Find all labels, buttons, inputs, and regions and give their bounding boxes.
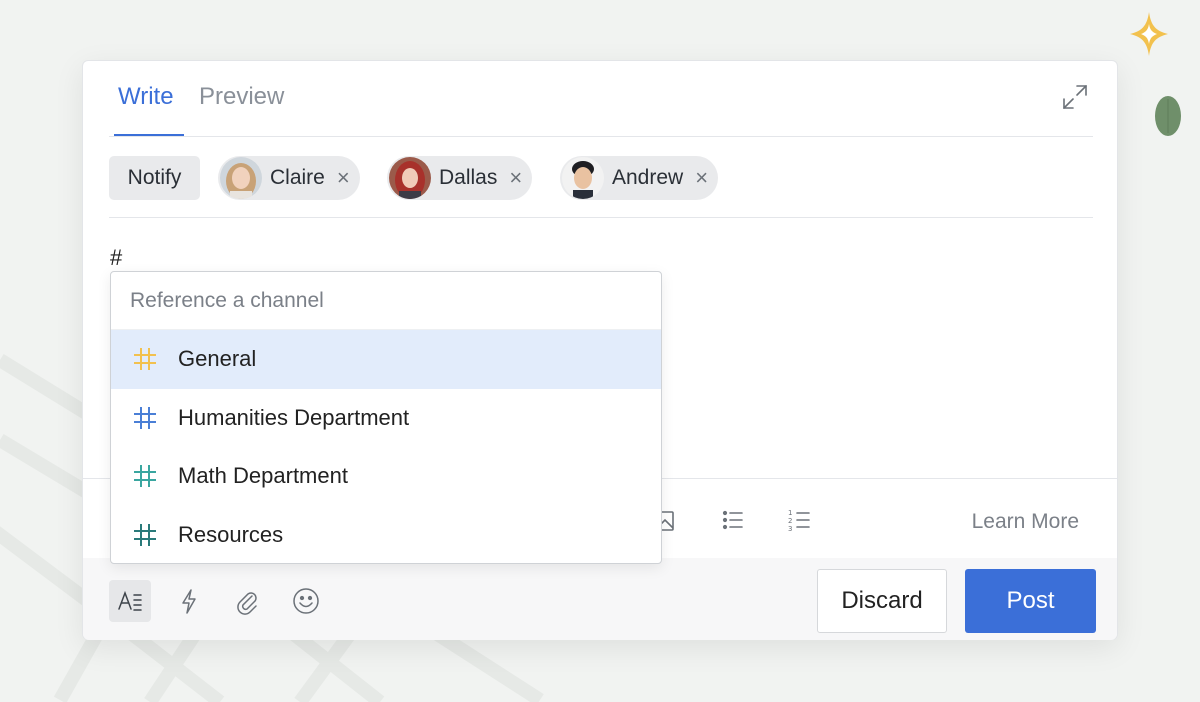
recipient-name: Andrew (612, 166, 684, 189)
hashtag-icon (134, 523, 156, 546)
notify-button[interactable]: Notify (109, 156, 200, 200)
emoji-button[interactable] (285, 580, 327, 622)
remove-recipient-icon[interactable]: × (509, 167, 522, 189)
hashtag-icon (134, 348, 156, 371)
composer-footer: Discard Post (83, 558, 1117, 640)
text-format-button[interactable] (109, 580, 151, 622)
avatar (389, 157, 431, 199)
channel-reference-menu: Reference a channel General Humanities De… (110, 271, 662, 564)
paperclip-icon (237, 592, 257, 615)
lightning-icon (182, 589, 196, 614)
post-button[interactable]: Post (965, 569, 1096, 633)
hashtag-icon (134, 406, 156, 429)
avatar (220, 157, 262, 199)
text-format-icon (118, 590, 142, 611)
recipient-name: Claire (270, 166, 325, 189)
remove-recipient-icon[interactable]: × (695, 167, 708, 189)
learn-more-link[interactable]: Learn More (972, 510, 1079, 534)
quick-action-button[interactable] (168, 580, 210, 622)
notify-row: Notify Claire × Dallas × Andrew × (109, 137, 1093, 218)
svg-text:3: 3 (788, 525, 792, 533)
tab-preview[interactable]: Preview (199, 83, 284, 111)
hashtag-icon (134, 465, 156, 488)
bulleted-list-icon[interactable] (719, 506, 747, 534)
channel-option-label: Humanities Department (178, 404, 410, 430)
sparkle-icon (1130, 12, 1168, 56)
recipient-name: Dallas (439, 166, 498, 189)
svg-text:1: 1 (788, 509, 792, 517)
channel-option[interactable]: Math Department (111, 447, 661, 506)
attach-button[interactable] (226, 580, 268, 622)
channel-option[interactable]: General (111, 330, 661, 389)
channel-option-label: Math Department (178, 463, 348, 489)
active-tab-indicator (114, 134, 184, 136)
format-toolbar: 1 2 3 (653, 506, 813, 534)
leaf-icon (1155, 96, 1181, 136)
channel-option-label: Resources (178, 521, 284, 547)
channel-search-placeholder[interactable]: Reference a channel (111, 272, 661, 330)
channel-option[interactable]: Humanities Department (111, 389, 661, 448)
editor-tabs: Write Preview (109, 61, 1093, 137)
tab-write[interactable]: Write (118, 83, 174, 111)
channel-option[interactable]: Resources (111, 506, 661, 564)
svg-text:2: 2 (788, 517, 792, 525)
expand-icon[interactable] (1061, 83, 1089, 111)
channel-option-label: General (178, 346, 257, 372)
numbered-list-icon[interactable]: 1 2 3 (785, 506, 813, 534)
recipient-chip-andrew[interactable]: Andrew × (560, 156, 719, 200)
discard-button[interactable]: Discard (817, 569, 947, 633)
recipient-chip-claire[interactable]: Claire × (218, 156, 360, 200)
recipient-chip-dallas[interactable]: Dallas × (387, 156, 533, 200)
avatar (562, 157, 604, 199)
remove-recipient-icon[interactable]: × (337, 167, 350, 189)
editor-text-area[interactable]: # (110, 245, 122, 271)
emoji-icon (293, 588, 319, 614)
